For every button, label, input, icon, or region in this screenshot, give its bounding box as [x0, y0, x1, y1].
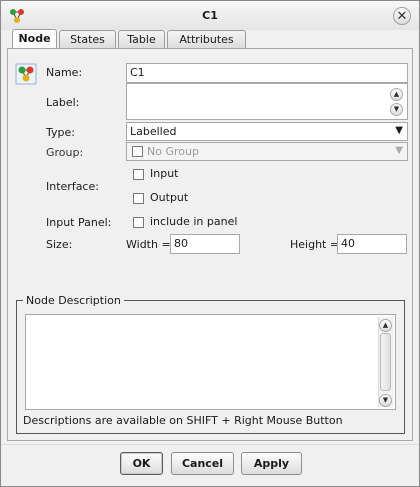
group-select-value: No Group: [147, 145, 199, 158]
height-label: Height =: [290, 238, 340, 251]
width-input[interactable]: 80: [170, 234, 240, 254]
close-icon[interactable]: ✕: [393, 7, 411, 25]
type-select-value: Labelled: [130, 125, 177, 138]
name-label: Name:: [46, 66, 83, 79]
node-network-icon: [15, 63, 37, 85]
scroll-down-icon[interactable]: ▼: [379, 394, 392, 407]
window-title: C1: [202, 9, 218, 22]
description-textarea[interactable]: [25, 314, 396, 410]
input-panel-label: Input Panel:: [46, 216, 112, 229]
group-checkbox[interactable]: [132, 146, 143, 157]
type-label: Type:: [46, 126, 75, 139]
scroll-up-icon[interactable]: ▲: [390, 88, 403, 101]
node-properties-dialog: C1 ✕ Node States Table Attributes Name: …: [0, 0, 420, 487]
cancel-button[interactable]: Cancel: [171, 452, 234, 475]
tab-node[interactable]: Node: [12, 29, 57, 49]
ok-button[interactable]: OK: [120, 452, 163, 475]
input-checkbox[interactable]: [133, 169, 144, 180]
chevron-down-icon: ▼: [395, 145, 403, 156]
description-scroll-thumb[interactable]: [380, 333, 391, 391]
type-select[interactable]: Labelled ▼: [126, 122, 408, 141]
scroll-down-icon[interactable]: ▼: [390, 103, 403, 116]
node-description-legend: Node Description: [26, 294, 121, 307]
input-option-label: Input: [150, 167, 179, 180]
description-hint: Descriptions are available on SHIFT + Ri…: [23, 414, 343, 427]
chevron-down-icon[interactable]: ▼: [395, 125, 403, 136]
scroll-up-icon[interactable]: ▲: [379, 319, 392, 332]
tab-table[interactable]: Table: [118, 30, 165, 49]
label-textarea[interactable]: [126, 83, 408, 120]
include-in-panel-checkbox[interactable]: [133, 217, 144, 228]
output-option-label: Output: [150, 191, 189, 204]
width-label: Width =: [126, 238, 171, 251]
output-checkbox[interactable]: [133, 193, 144, 204]
title-bar[interactable]: C1 ✕: [1, 1, 419, 30]
button-separator: [1, 444, 419, 445]
label-label: Label:: [46, 96, 80, 109]
interface-label: Interface:: [46, 180, 99, 193]
group-select[interactable]: No Group ▼: [126, 142, 408, 161]
tab-attributes[interactable]: Attributes: [167, 30, 246, 49]
group-label: Group:: [46, 146, 84, 159]
apply-button[interactable]: Apply: [241, 452, 302, 475]
size-label: Size:: [46, 238, 73, 251]
tab-states[interactable]: States: [59, 30, 116, 49]
name-input[interactable]: C1: [126, 63, 408, 83]
include-in-panel-label: include in panel: [150, 215, 238, 228]
height-input[interactable]: 40: [337, 234, 407, 254]
